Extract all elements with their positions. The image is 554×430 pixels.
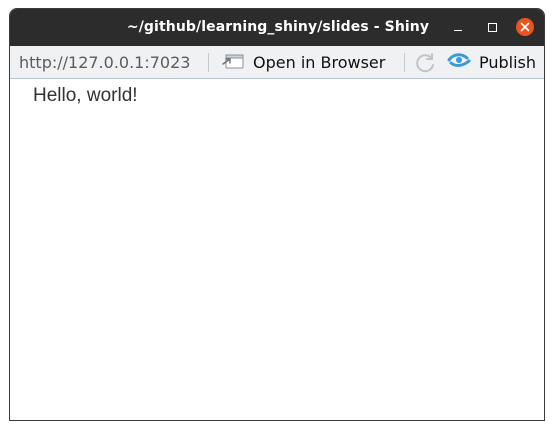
url-text: http://127.0.0.1:7023 xyxy=(19,53,191,72)
hello-text: Hello, world! xyxy=(33,85,138,106)
minimize-button[interactable] xyxy=(449,18,467,36)
open-in-browser-button[interactable]: Open in Browser xyxy=(221,51,385,73)
app-window: ~/github/learning_shiny/slides - Shiny h… xyxy=(9,8,545,421)
title-bar[interactable]: ~/github/learning_shiny/slides - Shiny xyxy=(10,9,544,46)
minimize-icon xyxy=(454,29,462,31)
publish-label: Publish xyxy=(479,52,537,72)
open-in-browser-label: Open in Browser xyxy=(253,52,386,72)
maximize-button[interactable] xyxy=(483,18,501,36)
publish-icon xyxy=(447,50,471,74)
toolbar-divider xyxy=(208,53,209,72)
toolbar-divider xyxy=(404,53,405,72)
app-content: Hello, world! xyxy=(10,79,544,420)
close-button[interactable] xyxy=(516,18,534,36)
close-icon xyxy=(516,18,534,36)
refresh-button[interactable] xyxy=(415,52,437,74)
publish-button[interactable]: Publish xyxy=(447,51,536,73)
open-in-browser-icon xyxy=(221,50,245,74)
maximize-icon xyxy=(487,22,497,32)
refresh-icon xyxy=(415,53,437,78)
viewer-toolbar: http://127.0.0.1:7023 Open in Browser Pu… xyxy=(10,46,544,79)
